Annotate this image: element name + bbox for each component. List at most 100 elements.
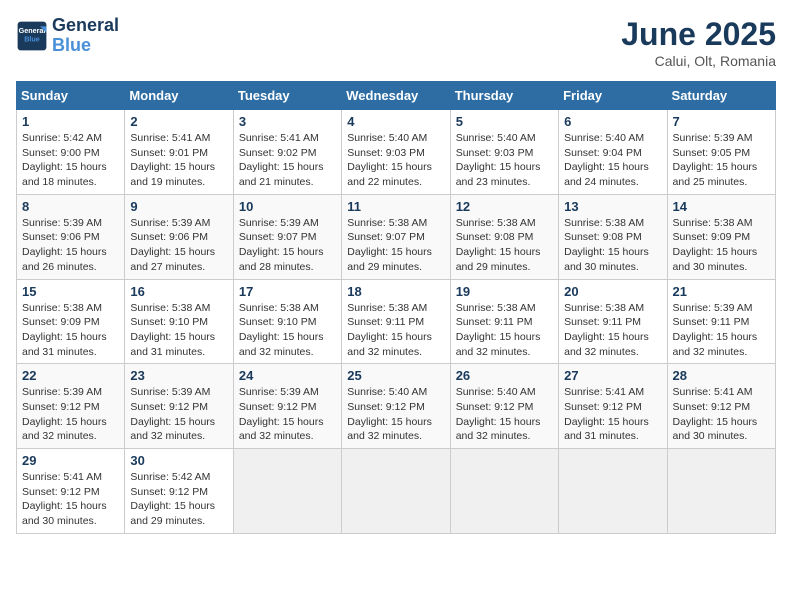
day-info: Sunrise: 5:39 AMSunset: 9:12 PMDaylight:… xyxy=(22,386,107,442)
day-number: 18 xyxy=(347,284,444,299)
day-info: Sunrise: 5:39 AMSunset: 9:05 PMDaylight:… xyxy=(673,132,758,188)
day-info: Sunrise: 5:41 AMSunset: 9:12 PMDaylight:… xyxy=(673,386,758,442)
calendar-cell-18: 18 Sunrise: 5:38 AMSunset: 9:11 PMDayligh… xyxy=(342,279,450,364)
day-number: 15 xyxy=(22,284,119,299)
logo: General Blue General Blue xyxy=(16,16,119,56)
day-number: 25 xyxy=(347,368,444,383)
day-info: Sunrise: 5:38 AMSunset: 9:08 PMDaylight:… xyxy=(456,217,541,273)
day-info: Sunrise: 5:39 AMSunset: 9:07 PMDaylight:… xyxy=(239,217,324,273)
day-number: 22 xyxy=(22,368,119,383)
day-number: 28 xyxy=(673,368,770,383)
day-header-tuesday: Tuesday xyxy=(233,82,341,110)
logo-general: General xyxy=(52,16,119,36)
calendar-cell-10: 10 Sunrise: 5:39 AMSunset: 9:07 PMDayligh… xyxy=(233,194,341,279)
logo-blue: Blue xyxy=(52,36,119,56)
day-info: Sunrise: 5:40 AMSunset: 9:03 PMDaylight:… xyxy=(347,132,432,188)
day-info: Sunrise: 5:40 AMSunset: 9:03 PMDaylight:… xyxy=(456,132,541,188)
day-header-saturday: Saturday xyxy=(667,82,775,110)
calendar-cell-29: 29Sunrise: 5:41 AMSunset: 9:12 PMDayligh… xyxy=(17,449,125,534)
day-info: Sunrise: 5:38 AMSunset: 9:10 PMDaylight:… xyxy=(239,302,324,358)
day-info: Sunrise: 5:38 AMSunset: 9:07 PMDaylight:… xyxy=(347,217,432,273)
calendar-week-5: 29Sunrise: 5:41 AMSunset: 9:12 PMDayligh… xyxy=(17,449,776,534)
day-number: 19 xyxy=(456,284,553,299)
day-number: 8 xyxy=(22,199,119,214)
calendar-cell-23: 23 Sunrise: 5:39 AMSunset: 9:12 PMDayligh… xyxy=(125,364,233,449)
calendar-cell-27: 27 Sunrise: 5:41 AMSunset: 9:12 PMDayligh… xyxy=(559,364,667,449)
day-info: Sunrise: 5:39 AMSunset: 9:12 PMDaylight:… xyxy=(130,386,215,442)
calendar-header-row: SundayMondayTuesdayWednesdayThursdayFrid… xyxy=(17,82,776,110)
day-number: 10 xyxy=(239,199,336,214)
calendar-cell-15: 15 Sunrise: 5:38 AMSunset: 9:09 PMDayligh… xyxy=(17,279,125,364)
calendar-cell-20: 20 Sunrise: 5:38 AMSunset: 9:11 PMDayligh… xyxy=(559,279,667,364)
calendar-subtitle: Calui, Olt, Romania xyxy=(621,53,776,69)
day-number: 9 xyxy=(130,199,227,214)
calendar-title: June 2025 xyxy=(621,16,776,53)
day-number: 29 xyxy=(22,453,119,468)
logo-icon: General Blue xyxy=(16,20,48,52)
calendar-cell-6: 6Sunrise: 5:40 AMSunset: 9:04 PMDaylight… xyxy=(559,110,667,195)
calendar-week-2: 8 Sunrise: 5:39 AMSunset: 9:06 PMDaylight… xyxy=(17,194,776,279)
calendar-cell-4: 4 Sunrise: 5:40 AMSunset: 9:03 PMDaylight… xyxy=(342,110,450,195)
day-info: Sunrise: 5:41 AMSunset: 9:12 PMDaylight:… xyxy=(564,386,649,442)
day-number: 1 xyxy=(22,114,119,129)
svg-text:Blue: Blue xyxy=(24,34,40,43)
day-info: Sunrise: 5:38 AMSunset: 9:09 PMDaylight:… xyxy=(673,217,758,273)
day-number: 6 xyxy=(564,114,661,129)
calendar-cell-empty xyxy=(342,449,450,534)
day-number: 27 xyxy=(564,368,661,383)
calendar-cell-11: 11 Sunrise: 5:38 AMSunset: 9:07 PMDayligh… xyxy=(342,194,450,279)
calendar-cell-14: 14 Sunrise: 5:38 AMSunset: 9:09 PMDayligh… xyxy=(667,194,775,279)
day-number: 23 xyxy=(130,368,227,383)
calendar-cell-17: 17Sunrise: 5:38 AMSunset: 9:10 PMDayligh… xyxy=(233,279,341,364)
day-header-wednesday: Wednesday xyxy=(342,82,450,110)
day-info: Sunrise: 5:41 AMSunset: 9:02 PMDaylight:… xyxy=(239,132,324,188)
calendar-cell-12: 12 Sunrise: 5:38 AMSunset: 9:08 PMDayligh… xyxy=(450,194,558,279)
day-info: Sunrise: 5:38 AMSunset: 9:11 PMDaylight:… xyxy=(347,302,432,358)
calendar-cell-28: 28 Sunrise: 5:41 AMSunset: 9:12 PMDayligh… xyxy=(667,364,775,449)
day-number: 13 xyxy=(564,199,661,214)
calendar-cell-21: 21Sunrise: 5:39 AMSunset: 9:11 PMDayligh… xyxy=(667,279,775,364)
day-number: 14 xyxy=(673,199,770,214)
calendar-cell-1: 1 Sunrise: 5:42 AMSunset: 9:00 PMDaylight… xyxy=(17,110,125,195)
day-header-friday: Friday xyxy=(559,82,667,110)
calendar-cell-24: 24Sunrise: 5:39 AMSunset: 9:12 PMDayligh… xyxy=(233,364,341,449)
day-number: 20 xyxy=(564,284,661,299)
day-header-thursday: Thursday xyxy=(450,82,558,110)
day-header-monday: Monday xyxy=(125,82,233,110)
calendar-cell-26: 26 Sunrise: 5:40 AMSunset: 9:12 PMDayligh… xyxy=(450,364,558,449)
calendar-cell-22: 22 Sunrise: 5:39 AMSunset: 9:12 PMDayligh… xyxy=(17,364,125,449)
calendar-cell-25: 25 Sunrise: 5:40 AMSunset: 9:12 PMDayligh… xyxy=(342,364,450,449)
day-info: Sunrise: 5:42 AMSunset: 9:00 PMDaylight:… xyxy=(22,132,107,188)
calendar-cell-empty xyxy=(450,449,558,534)
day-info: Sunrise: 5:38 AMSunset: 9:10 PMDaylight:… xyxy=(130,302,215,358)
day-number: 12 xyxy=(456,199,553,214)
calendar-week-4: 22 Sunrise: 5:39 AMSunset: 9:12 PMDayligh… xyxy=(17,364,776,449)
day-info: Sunrise: 5:40 AMSunset: 9:12 PMDaylight:… xyxy=(456,386,541,442)
calendar-cell-16: 16 Sunrise: 5:38 AMSunset: 9:10 PMDayligh… xyxy=(125,279,233,364)
day-number: 7 xyxy=(673,114,770,129)
calendar-cell-empty xyxy=(559,449,667,534)
day-info: Sunrise: 5:39 AMSunset: 9:11 PMDaylight:… xyxy=(673,302,758,358)
day-info: Sunrise: 5:38 AMSunset: 9:11 PMDaylight:… xyxy=(564,302,649,358)
day-number: 30 xyxy=(130,453,227,468)
calendar-table: SundayMondayTuesdayWednesdayThursdayFrid… xyxy=(16,81,776,534)
day-info: Sunrise: 5:42 AMSunset: 9:12 PMDaylight:… xyxy=(130,471,215,527)
day-number: 26 xyxy=(456,368,553,383)
day-header-sunday: Sunday xyxy=(17,82,125,110)
calendar-cell-8: 8Sunrise: 5:39 AMSunset: 9:06 PMDaylight… xyxy=(17,194,125,279)
day-number: 4 xyxy=(347,114,444,129)
calendar-cell-30: 30 Sunrise: 5:42 AMSunset: 9:12 PMDayligh… xyxy=(125,449,233,534)
day-info: Sunrise: 5:39 AMSunset: 9:06 PMDaylight:… xyxy=(130,217,215,273)
calendar-cell-9: 9 Sunrise: 5:39 AMSunset: 9:06 PMDaylight… xyxy=(125,194,233,279)
day-number: 11 xyxy=(347,199,444,214)
day-info: Sunrise: 5:38 AMSunset: 9:11 PMDaylight:… xyxy=(456,302,541,358)
calendar-cell-empty xyxy=(233,449,341,534)
calendar-week-3: 15 Sunrise: 5:38 AMSunset: 9:09 PMDayligh… xyxy=(17,279,776,364)
calendar-cell-2: 2Sunrise: 5:41 AMSunset: 9:01 PMDaylight… xyxy=(125,110,233,195)
day-number: 16 xyxy=(130,284,227,299)
calendar-cell-13: 13Sunrise: 5:38 AMSunset: 9:08 PMDayligh… xyxy=(559,194,667,279)
day-info: Sunrise: 5:40 AMSunset: 9:12 PMDaylight:… xyxy=(347,386,432,442)
day-info: Sunrise: 5:38 AMSunset: 9:09 PMDaylight:… xyxy=(22,302,107,358)
calendar-cell-19: 19 Sunrise: 5:38 AMSunset: 9:11 PMDayligh… xyxy=(450,279,558,364)
page-header: General Blue General Blue June 2025 Calu… xyxy=(16,16,776,69)
